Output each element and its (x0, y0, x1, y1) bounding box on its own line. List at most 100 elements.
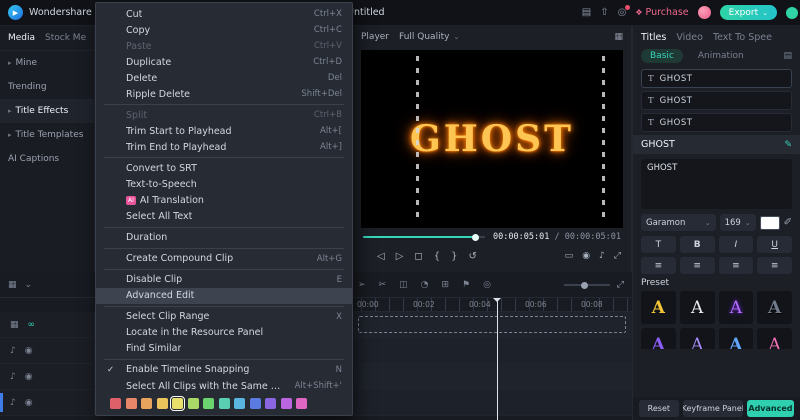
eye-icon[interactable]: ◉ (25, 398, 33, 408)
context-menu-item-ripple-delete[interactable]: Ripple DeleteShift+Del (96, 86, 352, 102)
zoom-knob[interactable] (581, 282, 588, 289)
context-menu-item-ai-translation[interactable]: AIAI Translation (96, 193, 352, 209)
split-icon[interactable]: ✂ (379, 280, 387, 290)
color-mark-swatch[interactable] (296, 398, 307, 409)
volume-icon[interactable]: ♪ (599, 251, 605, 261)
tab-video[interactable]: Video (676, 32, 703, 43)
view-mode-icon[interactable]: ▦ (614, 32, 623, 42)
stop-icon[interactable]: ◻ (414, 251, 422, 262)
text-preset-outline[interactable]: A (680, 291, 715, 324)
context-menu-item-advanced-edit[interactable]: Advanced Edit (96, 288, 352, 304)
crop-icon[interactable]: ◫ (399, 280, 408, 290)
context-menu-item-find-similar[interactable]: Find Similar (96, 341, 352, 357)
context-menu-item-duplicate[interactable]: DuplicateCtrl+D (96, 54, 352, 70)
align-justify-button[interactable]: ≡ (757, 257, 792, 274)
color-mark-swatch[interactable] (126, 398, 137, 409)
selected-clip-outline[interactable] (358, 316, 626, 333)
account-icon[interactable] (786, 7, 798, 19)
context-menu-item-duration[interactable]: Duration (96, 230, 352, 246)
sidebar-item-title-effects[interactable]: ▸Title Effects (0, 99, 94, 123)
color-mark-swatch[interactable] (281, 398, 292, 409)
media-tab-stock-me[interactable]: Stock Me (45, 33, 86, 43)
text-transform-button[interactable]: T (641, 236, 676, 253)
loop-icon[interactable]: ↺ (468, 251, 476, 262)
quality-select[interactable]: Full Quality⌄ (399, 32, 459, 42)
link-icon[interactable]: ∞ (28, 320, 36, 330)
context-menu-item-trim-start-to-playhead[interactable]: Trim Start to PlayheadAlt+[ (96, 123, 352, 139)
context-menu-item-text-to-speech[interactable]: Text-to-Speech (96, 176, 352, 192)
color-mark-swatch[interactable] (234, 398, 245, 409)
context-menu-item-cut[interactable]: CutCtrl+X (96, 6, 352, 22)
clip-fragment[interactable] (0, 393, 3, 412)
text-preset-violet[interactable]: A (680, 328, 715, 349)
sidebar-item-title-templates[interactable]: ▸Title Templates (0, 123, 94, 147)
text-preset-shadow[interactable]: A (757, 291, 792, 324)
eye-icon[interactable]: ◉ (25, 372, 33, 382)
text-preset-neon[interactable]: A (719, 291, 754, 324)
bold-button[interactable]: B (680, 236, 715, 253)
track-manager-icon[interactable]: ▦ (8, 280, 17, 290)
color-mark-swatch[interactable] (203, 398, 214, 409)
context-menu-item-enable-timeline-snapping[interactable]: ✓Enable Timeline SnappingN (96, 362, 352, 378)
layout-icon[interactable]: ▤ (582, 7, 591, 18)
text-preset-purple[interactable]: A (641, 328, 676, 349)
context-menu-item-select-all-text[interactable]: Select All Text (96, 209, 352, 225)
reset-button[interactable]: Reset (639, 400, 679, 417)
context-menu-item-create-compound-clip[interactable]: Create Compound ClipAlt+G (96, 251, 352, 267)
color-mark-swatch[interactable] (157, 398, 168, 409)
font-family-select[interactable]: Garamon⌄ (641, 214, 716, 231)
export-button[interactable]: Export⌄ (720, 5, 777, 20)
subtab-basic[interactable]: Basic (641, 49, 683, 63)
align-center-button[interactable]: ≡ (680, 257, 715, 274)
context-menu-item-select-clip-range[interactable]: Select Clip RangeX (96, 309, 352, 325)
sidebar-item-ai-captions[interactable]: AI Captions (0, 147, 94, 171)
color-mark-swatch[interactable] (110, 398, 121, 409)
chevron-down-icon[interactable]: ⌄ (25, 280, 33, 290)
context-menu-item-trim-end-to-playhead[interactable]: Trim End to PlayheadAlt+] (96, 139, 352, 155)
mute-icon[interactable]: ♪ (10, 398, 16, 408)
pointer-icon[interactable]: ➢ (358, 280, 366, 290)
compound-icon[interactable]: ⊞ (441, 280, 449, 290)
playhead[interactable] (497, 298, 498, 420)
marker-icon[interactable]: ⚑ (462, 280, 470, 290)
underline-button[interactable]: U (757, 236, 792, 253)
seek-knob[interactable] (472, 234, 479, 241)
mark-in-icon[interactable]: { (434, 251, 440, 262)
seek-bar[interactable] (363, 236, 485, 238)
mark-out-icon[interactable]: } (451, 251, 457, 262)
eyedropper-icon[interactable]: ✐ (784, 217, 792, 228)
speed-icon[interactable]: ◔ (421, 280, 429, 290)
color-mark-swatch[interactable] (188, 398, 199, 409)
italic-button[interactable]: I (719, 236, 754, 253)
color-mark-swatch[interactable] (219, 398, 230, 409)
title-preset-item[interactable]: TGHOST (641, 69, 792, 88)
fit-timeline-icon[interactable]: ⤢ (617, 280, 624, 290)
align-right-button[interactable]: ≡ (719, 257, 754, 274)
bookmark-icon[interactable]: ▤ (783, 51, 792, 61)
context-menu-item-select-all-clips-with-the-same-color-mark[interactable]: Select All Clips with the Same Color Mar… (96, 378, 352, 394)
tab-titles[interactable]: Titles (641, 32, 666, 43)
purchase-button[interactable]: ❖Purchase (635, 7, 688, 18)
zoom-slider[interactable] (564, 284, 610, 286)
snapshot-icon[interactable]: ◉ (582, 251, 590, 261)
text-preset-blue[interactable]: A (719, 328, 754, 349)
sidebar-item-mine[interactable]: ▸Mine (0, 51, 94, 75)
align-left-button[interactable]: ≡ (641, 257, 676, 274)
tab-text-to-spee[interactable]: Text To Spee (713, 32, 772, 43)
eye-icon[interactable]: ◉ (25, 346, 33, 356)
share-icon[interactable]: ⇧ (600, 7, 608, 18)
track-grid-icon[interactable]: ▦ (10, 320, 19, 330)
display-device-icon[interactable]: ▭ (565, 251, 574, 261)
font-size-select[interactable]: 169⌄ (720, 214, 756, 231)
subtab-animation[interactable]: Animation (689, 49, 753, 63)
advanced-button[interactable]: Advanced (747, 400, 794, 417)
context-menu-item-delete[interactable]: DeleteDel (96, 70, 352, 86)
title-preset-item[interactable]: TGHOST (641, 113, 792, 132)
color-mark-swatch[interactable] (265, 398, 276, 409)
notifications-icon[interactable]: ◎ (618, 7, 627, 18)
fullscreen-icon[interactable]: ⤢ (614, 251, 621, 261)
color-mark-swatch[interactable] (172, 398, 183, 409)
keyframe-panel-button[interactable]: Keyframe Panel (683, 400, 743, 417)
sidebar-item-trending[interactable]: Trending (0, 75, 94, 99)
color-mark-swatch[interactable] (141, 398, 152, 409)
